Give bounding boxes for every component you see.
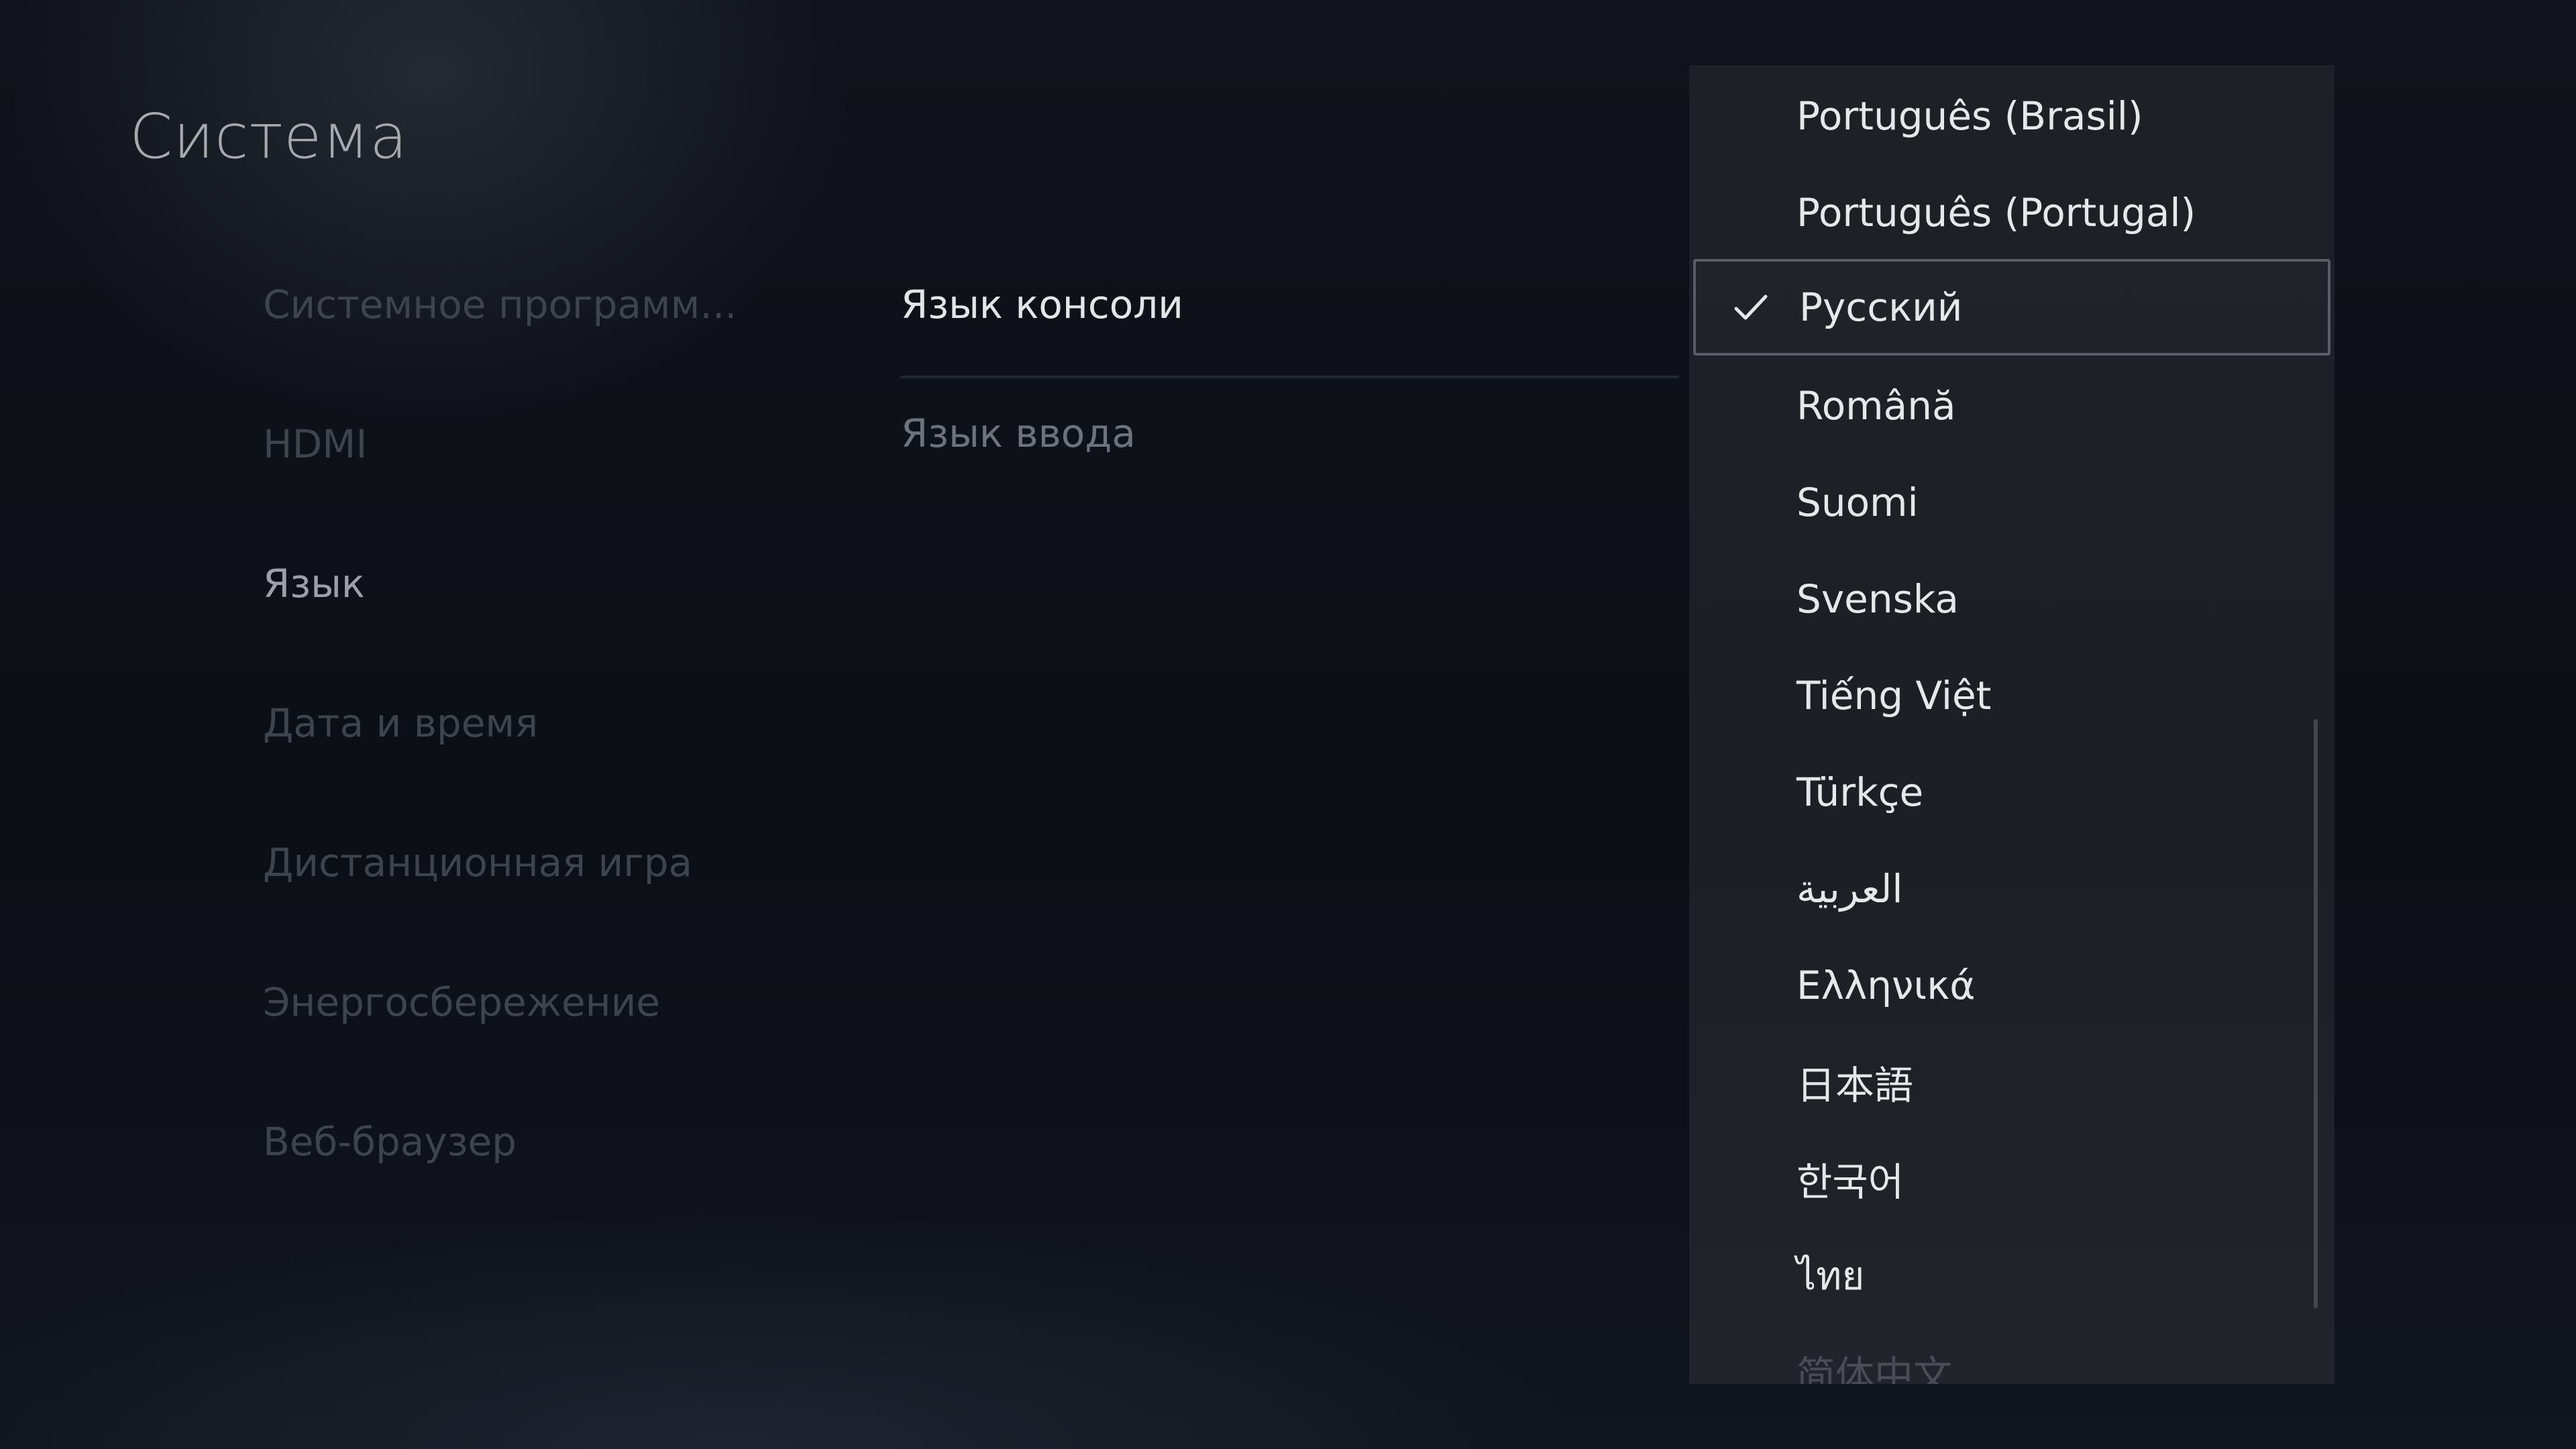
sidebar-item-hdmi[interactable]: HDMI (263, 421, 733, 561)
language-settings-panel: Язык консоли Язык ввода (901, 282, 1679, 456)
system-settings-screen: Система Системное программ... HDMI Язык … (0, 0, 2576, 1449)
sidebar-item-system-software[interactable]: Системное программ... (263, 282, 733, 421)
sidebar-item-web-browser[interactable]: Веб-браузер (263, 1119, 733, 1258)
language-option-russian[interactable]: Русский (1693, 259, 2330, 356)
language-option-simplified-chinese[interactable]: 简体中文 (1689, 1324, 2334, 1384)
language-option-thai[interactable]: ไทย (1689, 1227, 2334, 1324)
language-option-vietnamese[interactable]: Tiếng Việt (1689, 647, 2334, 744)
language-option-finnish[interactable]: Suomi (1689, 454, 2334, 551)
console-language-setting[interactable]: Язык консоли (901, 282, 1679, 378)
language-option-label: Русский (1799, 284, 1963, 330)
language-option-japanese[interactable]: 日本語 (1689, 1034, 2334, 1130)
language-option-romanian[interactable]: Română (1689, 358, 2334, 454)
language-option-turkish[interactable]: Türkçe (1689, 744, 2334, 841)
checkmark-icon (1734, 294, 1768, 320)
language-option-greek[interactable]: Ελληνικά (1689, 937, 2334, 1034)
sidebar-nav: Системное программ... HDMI Язык Дата и в… (263, 282, 746, 1258)
language-option-portuguese-brazil[interactable]: Português (Brasil) (1689, 68, 2334, 164)
input-language-setting[interactable]: Язык ввода (901, 411, 1679, 456)
language-dropdown: Português (Brasil) Português (Portugal) … (1689, 65, 2334, 1384)
sidebar-item-power-saving[interactable]: Энергосбережение (263, 979, 733, 1119)
language-option-swedish[interactable]: Svenska (1689, 551, 2334, 647)
sidebar-item-remote-play[interactable]: Дистанционная игра (263, 840, 733, 979)
page-title: Система (129, 101, 409, 172)
language-option-portuguese-portugal[interactable]: Português (Portugal) (1689, 164, 2334, 261)
sidebar-item-date-time[interactable]: Дата и время (263, 700, 733, 840)
sidebar-item-language[interactable]: Язык (263, 561, 733, 700)
language-option-arabic[interactable]: العربية (1689, 841, 2334, 937)
language-option-korean[interactable]: 한국어 (1689, 1130, 2334, 1227)
dropdown-scrollbar[interactable] (2314, 719, 2318, 1308)
